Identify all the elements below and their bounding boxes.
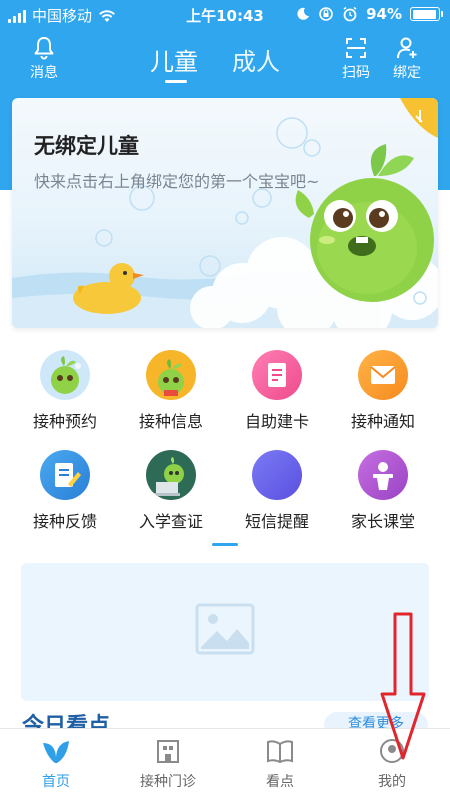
- menu-item-vaccination-info[interactable]: 接种信息: [118, 350, 224, 432]
- menu-label: 接种预约: [32, 412, 97, 431]
- tab-children[interactable]: 儿童: [150, 42, 198, 77]
- tab-clinic[interactable]: 接种门诊: [112, 737, 224, 791]
- status-bar: 中国移动 上午10:43 94%: [0, 0, 450, 30]
- menu-item-vaccination-appointment[interactable]: 接种预约: [12, 350, 118, 432]
- menu-label: 接种反馈: [32, 512, 97, 531]
- bind-button[interactable]: 绑定: [383, 36, 431, 82]
- message-label: 消息: [30, 65, 58, 81]
- lectern-icon: [358, 450, 408, 500]
- menu-item-vaccination-notice[interactable]: 接种通知: [330, 350, 436, 432]
- add-user-icon: [397, 37, 417, 59]
- menu-label: 家长课堂: [350, 512, 415, 531]
- page-indicator: [212, 543, 238, 546]
- clinic-building-icon: [157, 740, 179, 763]
- duck-illustration: [73, 263, 144, 314]
- audience-tabs: 儿童 成人: [140, 42, 300, 86]
- moon-icon: [297, 7, 310, 20]
- bell-icon: [34, 37, 54, 60]
- menu-label: 接种信息: [138, 412, 203, 431]
- menu-item-school-entry-check[interactable]: 入学查证: [118, 450, 224, 532]
- battery-icon: [410, 7, 443, 21]
- alarm-icon: [343, 6, 357, 22]
- menu-label: 入学查证: [138, 512, 203, 531]
- top-navigation: 消息 儿童 成人 扫码 绑定: [0, 30, 450, 90]
- scan-icon: [346, 38, 366, 58]
- tab-label: 首页: [42, 774, 70, 790]
- scan-button[interactable]: 扫码: [332, 36, 380, 82]
- home-sprout-icon: [43, 741, 69, 763]
- orientation-lock-icon: [319, 7, 333, 21]
- news-section-title: 今日看点: [22, 714, 111, 730]
- sprout-laptop-icon: [146, 450, 196, 500]
- message-button[interactable]: 消息: [20, 36, 68, 82]
- card-icon: [252, 350, 302, 400]
- scan-label: 扫码: [342, 65, 370, 81]
- menu-label: 短信提醒: [244, 512, 309, 531]
- feedback-icon: [40, 450, 90, 500]
- banner-subtitle: 快来点击右上角绑定您的第一个宝宝吧~: [34, 172, 320, 191]
- red-annotation-arrow: [380, 612, 426, 760]
- tab-label: 我的: [378, 774, 406, 790]
- envelope-icon: [358, 350, 408, 400]
- menu-item-vaccination-feedback[interactable]: 接种反馈: [12, 450, 118, 532]
- tab-label: 看点: [266, 774, 294, 790]
- tab-adults[interactable]: 成人: [232, 42, 280, 77]
- banner-title: 无绑定儿童: [34, 134, 139, 158]
- active-tab-indicator: [165, 80, 187, 83]
- menu-label: 接种通知: [350, 412, 415, 431]
- tab-home[interactable]: 首页: [0, 737, 112, 791]
- battery-percent: 94%: [366, 5, 402, 23]
- sms-icon: [252, 450, 302, 500]
- menu-label: 自助建卡: [244, 412, 309, 431]
- menu-item-sms-reminder[interactable]: 短信提醒: [224, 450, 330, 532]
- tab-news[interactable]: 看点: [224, 737, 336, 791]
- book-icon: [267, 740, 293, 764]
- banner-card[interactable]: 无绑定儿童 快来点击右上角绑定您的第一个宝宝吧~: [12, 98, 438, 328]
- menu-item-parent-class[interactable]: 家长课堂: [330, 450, 436, 532]
- menu-item-self-registration[interactable]: 自助建卡: [224, 350, 330, 432]
- content-image-placeholder[interactable]: [21, 563, 429, 701]
- image-placeholder-icon: [195, 603, 255, 655]
- sprout-mascot-icon: [146, 350, 196, 400]
- tab-label: 接种门诊: [140, 774, 196, 790]
- sprout-mascot-icon: [40, 350, 90, 400]
- bind-label: 绑定: [393, 65, 421, 81]
